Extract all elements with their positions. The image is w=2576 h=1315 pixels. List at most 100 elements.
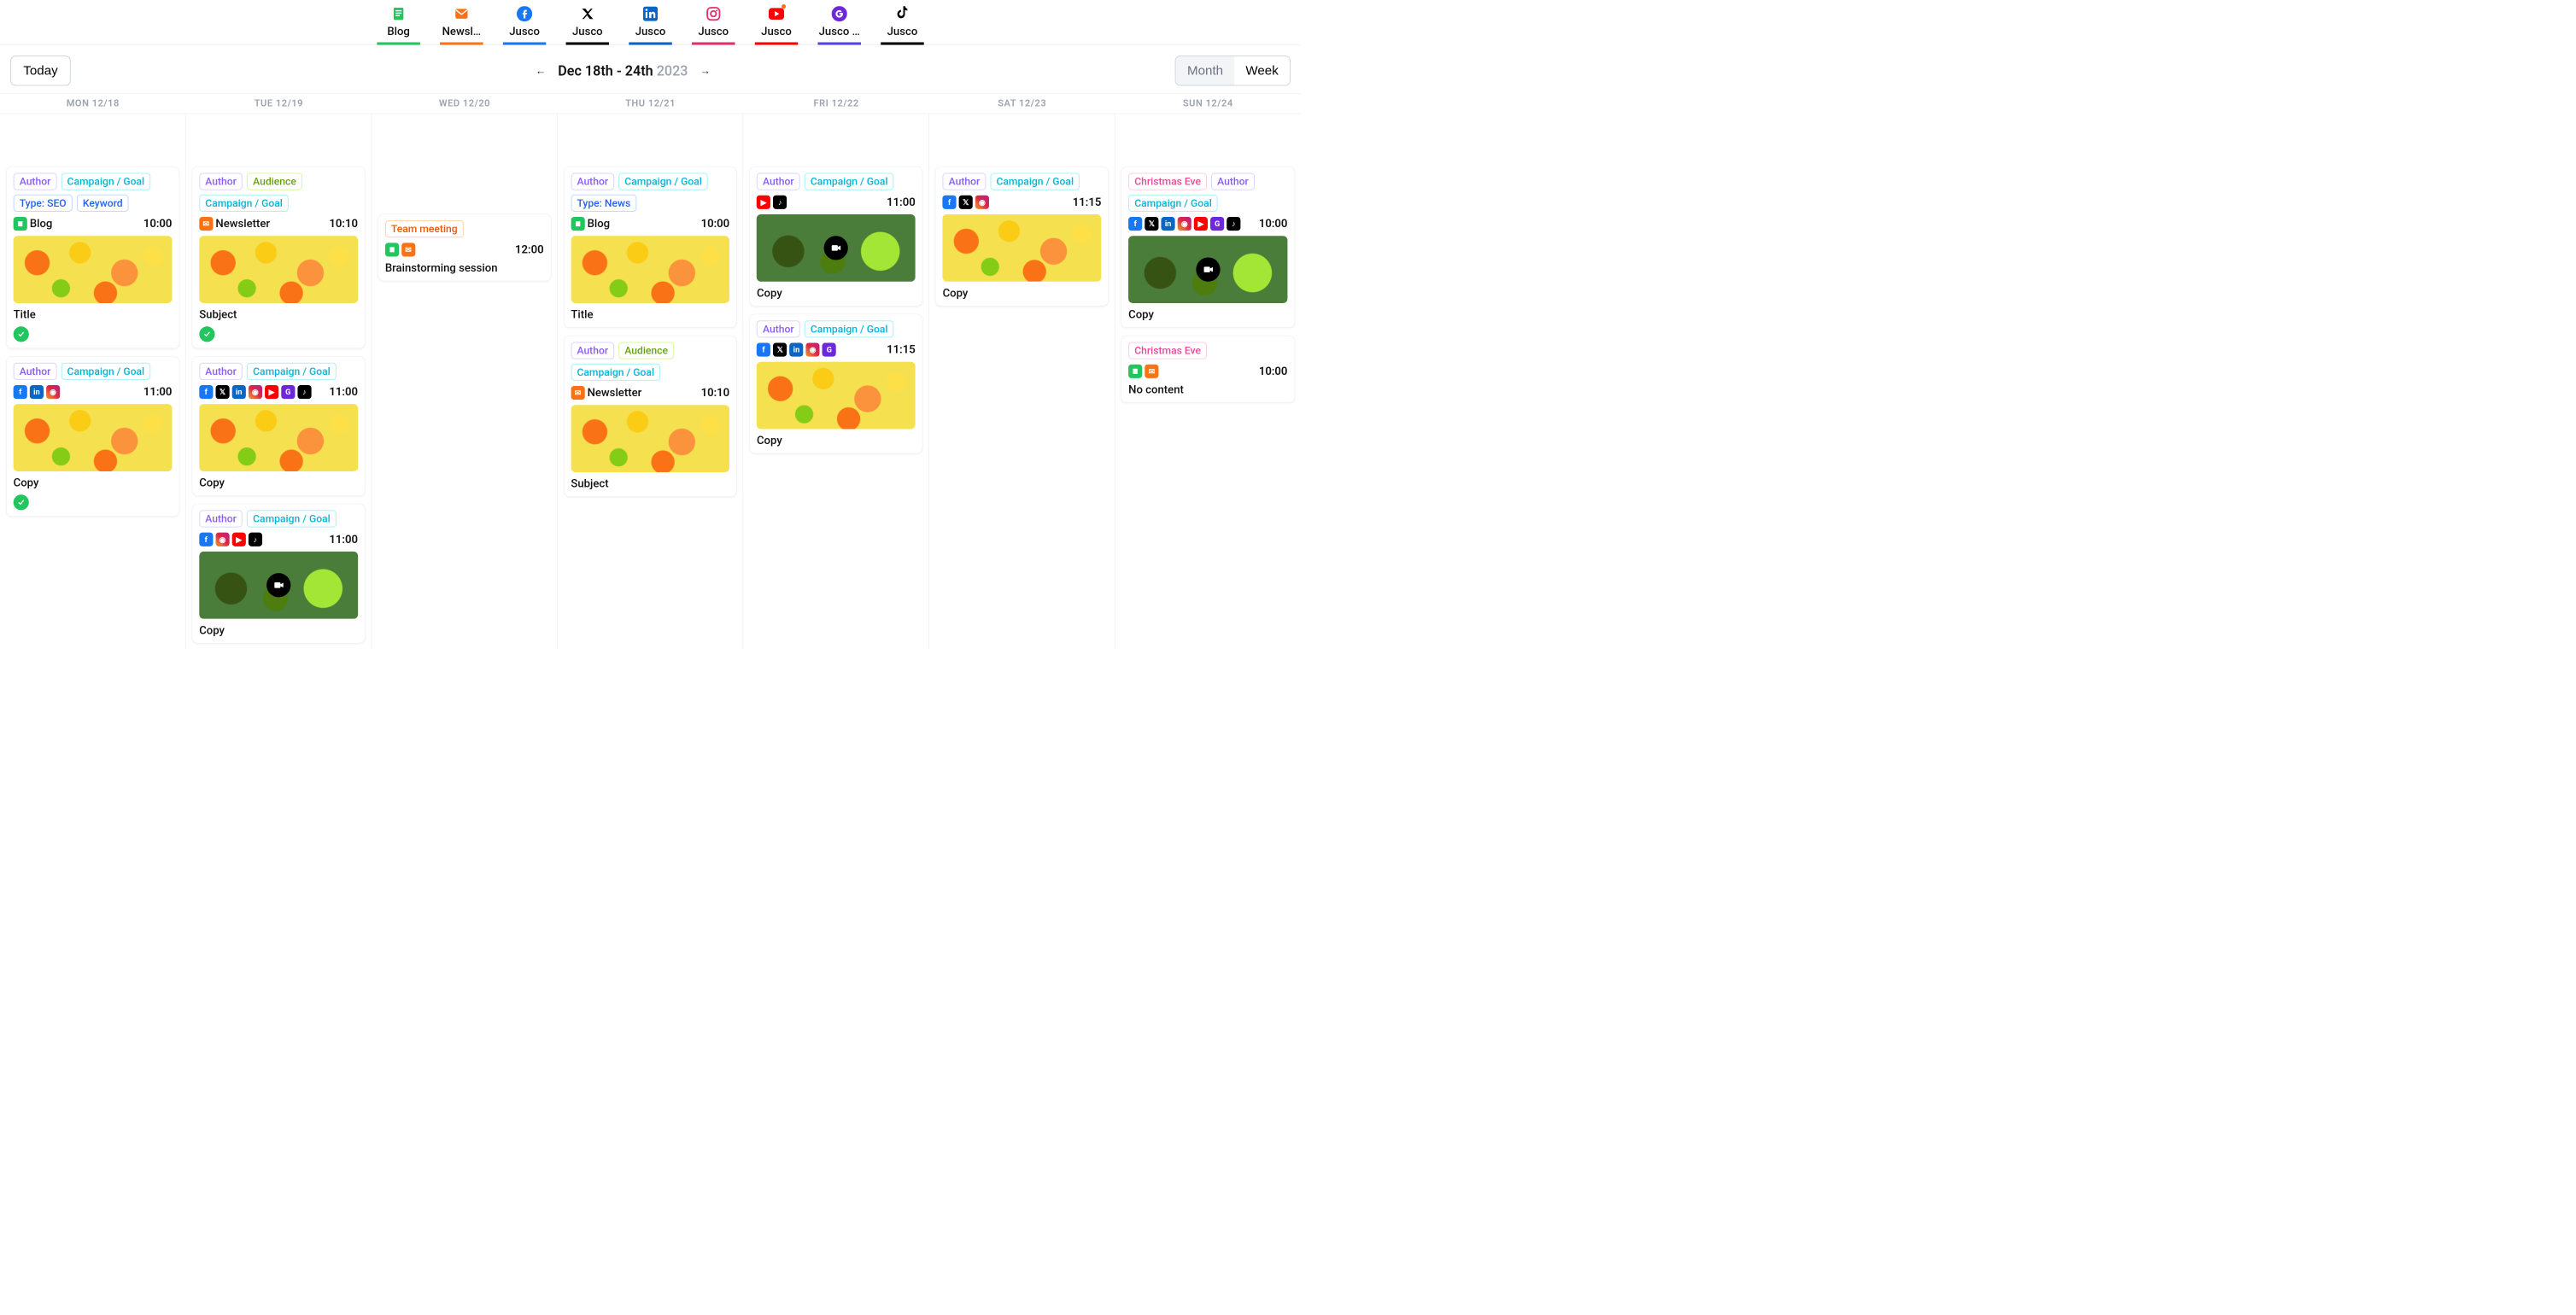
day-column-fri: Author Campaign / Goal ▶ ♪ 11:00 Copy Au… [743, 114, 929, 649]
tiktok-chip-icon: ♪ [297, 385, 311, 399]
channel-label: Jusco [887, 25, 918, 38]
youtube-chip-icon: ▶ [757, 196, 770, 209]
approved-icon [14, 494, 29, 510]
content-card[interactable]: Christmas Eve ✉ 10:00 No content [1121, 336, 1295, 403]
content-card[interactable]: Christmas Eve Author Campaign / Goal f 𝕏… [1121, 167, 1295, 328]
instagram-chip-icon: ◉ [1178, 217, 1191, 231]
content-card[interactable]: Team meeting ✉ 12:00 Brainstorming sessi… [378, 213, 551, 281]
linkedin-chip-icon: in [232, 385, 246, 399]
content-card[interactable]: Author Campaign / Goal f 𝕏 in ◉ ▶ G ♪ 11… [192, 356, 366, 496]
card-type: Blog [30, 218, 53, 231]
facebook-chip-icon: f [1128, 217, 1142, 231]
content-card[interactable]: Author Campaign / Goal f 𝕏 in ◉ G 11:15 … [749, 314, 922, 454]
x-chip-icon: 𝕏 [959, 196, 973, 209]
tag-audience: Audience [247, 173, 302, 190]
next-week-button[interactable]: → [700, 64, 711, 77]
today-button[interactable]: Today [10, 56, 71, 85]
notification-dot-icon [782, 4, 786, 9]
channel-tab-newsletter[interactable]: Newsl… [440, 6, 483, 44]
day-header: TUE 12/19 [186, 94, 372, 114]
channel-tab-linkedin[interactable]: Jusco [629, 6, 672, 44]
instagram-chip-icon: ◉ [806, 342, 820, 356]
channel-tab-tiktok[interactable]: Jusco [881, 6, 924, 44]
linkedin-chip-icon: in [30, 385, 44, 399]
thumbnail-image [14, 236, 173, 303]
card-type: Newsletter [215, 218, 270, 231]
card-time: 11:00 [143, 385, 173, 398]
card-time: 11:15 [887, 343, 916, 356]
tag-campaign: Campaign / Goal [618, 173, 708, 190]
approved-icon [199, 326, 214, 342]
thumbnail-image [757, 362, 916, 430]
tag-author: Author [199, 510, 243, 527]
date-range-label: Dec 18th - 24th 2023 [558, 62, 688, 79]
card-time: 12:00 [515, 243, 544, 256]
channel-tab-youtube[interactable]: Jusco [755, 6, 799, 44]
thumbnail-video [1128, 236, 1287, 303]
facebook-chip-icon: f [943, 196, 957, 209]
tag-author: Author [1211, 173, 1255, 190]
content-card[interactable]: Author Audience Campaign / Goal ✉Newslet… [192, 167, 366, 348]
tag-meeting: Team meeting [385, 220, 464, 237]
tag-campaign: Campaign / Goal [247, 510, 337, 527]
card-title: Subject [571, 477, 729, 490]
tag-author: Author [14, 363, 57, 380]
channel-label: Jusco [572, 25, 603, 38]
thumbnail-image [571, 405, 729, 472]
card-time: 10:00 [143, 218, 173, 231]
x-chip-icon: 𝕏 [773, 342, 787, 356]
mail-chip-icon: ✉ [571, 386, 584, 400]
tag-author: Author [199, 363, 243, 380]
tag-campaign: Campaign / Goal [805, 320, 894, 337]
content-card[interactable]: Author Audience Campaign / Goal ✉Newslet… [564, 336, 737, 497]
video-play-icon [266, 573, 290, 597]
week-view-button[interactable]: Week [1234, 56, 1290, 85]
youtube-chip-icon: ▶ [232, 533, 246, 546]
content-card[interactable]: Author Campaign / Goal Type: News Blog 1… [564, 167, 737, 328]
day-column-wed: Team meeting ✉ 12:00 Brainstorming sessi… [372, 114, 558, 649]
thumbnail-image [943, 214, 1102, 282]
calendar-toolbar: Today ← Dec 18th - 24th 2023 → Month Wee… [0, 45, 1301, 94]
day-column-thu: Author Campaign / Goal Type: News Blog 1… [558, 114, 744, 649]
tag-author: Author [943, 173, 986, 190]
prev-week-button[interactable]: ← [536, 64, 546, 77]
mail-chip-icon: ✉ [1145, 365, 1158, 378]
content-card[interactable]: Author Campaign / Goal f 𝕏 ◉ 11:15 Copy [935, 167, 1109, 307]
channel-tab-google-business[interactable]: Jusco … [817, 6, 861, 44]
tag-author: Author [571, 342, 614, 359]
day-column-mon: Author Campaign / Goal Type: SEO Keyword… [0, 114, 186, 649]
channel-tab-facebook[interactable]: Jusco [503, 6, 547, 44]
content-card[interactable]: Author Campaign / Goal f ◉ ▶ ♪ 11:00 Cop… [192, 504, 366, 644]
thumbnail-video [757, 214, 916, 282]
content-card[interactable]: Author Campaign / Goal Type: SEO Keyword… [6, 167, 179, 348]
day-header: SAT 12/23 [929, 94, 1115, 114]
channel-tab-blog[interactable]: Blog [377, 6, 420, 44]
tag-campaign: Campaign / Goal [1128, 195, 1218, 212]
thumbnail-image [571, 236, 729, 303]
x-chip-icon: 𝕏 [215, 385, 229, 399]
tag-campaign: Campaign / Goal [805, 173, 894, 190]
channel-tab-x[interactable]: Jusco [566, 6, 610, 44]
day-header: SUN 12/24 [1115, 94, 1301, 114]
month-view-button[interactable]: Month [1176, 56, 1234, 85]
linkedin-chip-icon: in [1162, 217, 1175, 231]
facebook-chip-icon: f [199, 385, 213, 399]
tag-author: Author [757, 173, 800, 190]
day-column-tue: Author Audience Campaign / Goal ✉Newslet… [186, 114, 372, 649]
card-time: 10:00 [1259, 218, 1288, 231]
tag-campaign: Campaign / Goal [990, 173, 1080, 190]
linkedin-icon [642, 6, 658, 21]
instagram-chip-icon: ◉ [215, 533, 229, 546]
channel-label: Jusco … [819, 25, 860, 38]
content-card[interactable]: Author Campaign / Goal ▶ ♪ 11:00 Copy [749, 167, 922, 307]
card-time: 11:00 [887, 196, 916, 208]
google-business-icon [832, 6, 847, 21]
tiktok-icon [894, 6, 910, 21]
tag-author: Author [571, 173, 614, 190]
card-type: Blog [588, 218, 611, 231]
google-business-chip-icon: G [823, 342, 836, 356]
content-card[interactable]: Author Campaign / Goal f in ◉ 11:00 Copy [6, 356, 179, 517]
day-header: WED 12/20 [372, 94, 558, 114]
channel-tab-instagram[interactable]: Jusco [692, 6, 735, 44]
youtube-chip-icon: ▶ [1194, 217, 1208, 231]
